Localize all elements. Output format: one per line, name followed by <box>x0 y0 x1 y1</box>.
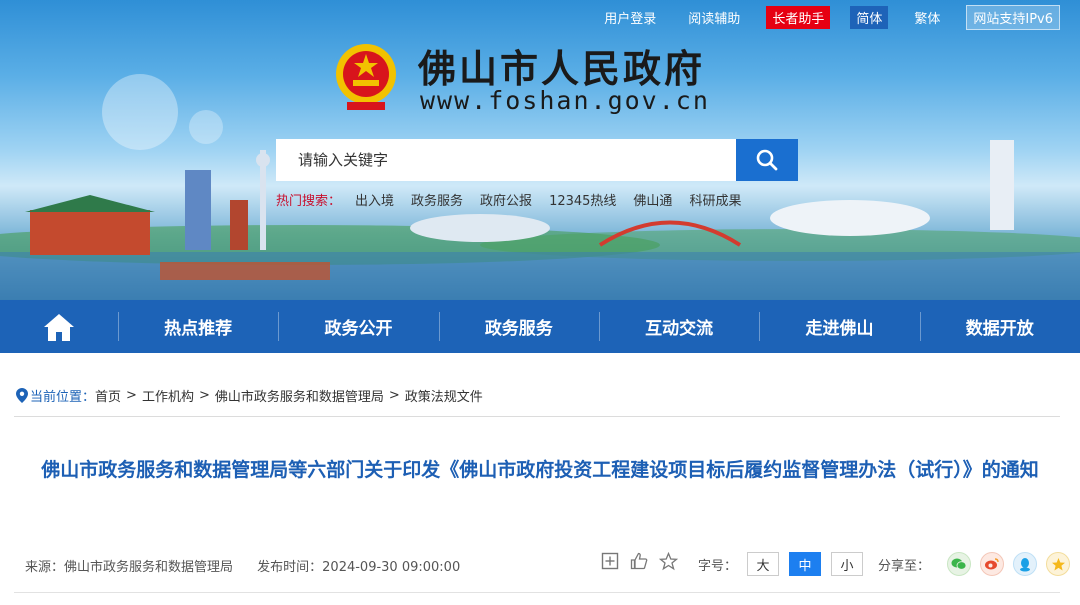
font-size-small-button[interactable]: 小 <box>831 552 864 576</box>
home-icon <box>44 313 74 341</box>
search-button[interactable] <box>736 139 798 181</box>
breadcrumb-item[interactable]: 首页 <box>95 386 121 405</box>
article-publish-time: 发布时间：2024-09-30 09:00:00 <box>257 560 461 575</box>
divider <box>14 416 1060 417</box>
nav-hot-recommend[interactable]: 热点推荐 <box>118 300 278 353</box>
share-wechat-button[interactable] <box>947 552 972 576</box>
main-nav: 热点推荐 政务公开 政务服务 互动交流 走进佛山 数据开放 <box>0 300 1080 353</box>
nav-open-data[interactable]: 数据开放 <box>919 300 1080 353</box>
font-size-label: 字号： <box>698 558 738 574</box>
location-pin-icon <box>16 388 28 403</box>
search-bar <box>276 139 798 181</box>
search-input[interactable] <box>276 139 736 181</box>
hot-search-item[interactable]: 政府公报 <box>480 190 532 209</box>
breadcrumb-item[interactable]: 工作机构 <box>142 386 194 405</box>
hot-search-item[interactable]: 科研成果 <box>689 190 741 209</box>
hot-search: 热门搜索： 出入境 政务服务 政府公报 12345热线 佛山通 科研成果 <box>276 190 758 209</box>
breadcrumb-separator: > <box>126 388 137 403</box>
article-meta: 来源：佛山市政务服务和数据管理局 发布时间：2024-09-30 09:00:0… <box>25 556 480 575</box>
hot-search-item[interactable]: 佛山通 <box>633 190 672 209</box>
qzone-star-icon <box>1051 557 1065 570</box>
traditional-chinese-button[interactable]: 繁体 <box>908 6 946 29</box>
share-weibo-button[interactable] <box>980 552 1005 576</box>
site-title: 佛山市人民政府 <box>418 46 706 91</box>
article-source: 来源：佛山市政务服务和数据管理局 <box>25 560 234 575</box>
wechat-icon <box>951 558 967 570</box>
breadcrumb-separator: > <box>388 388 400 403</box>
header-banner: 用户登录 阅读辅助 长者助手 简体 繁体 网站支持IPv6 佛山市人民政府 ww… <box>0 0 1080 300</box>
star-icon <box>658 551 678 570</box>
search-icon <box>756 149 778 171</box>
ipv6-badge: 网站支持IPv6 <box>966 4 1060 30</box>
font-size-switcher: 字号： 大 中 小 <box>698 552 864 576</box>
hot-search-item[interactable]: 12345热线 <box>549 190 616 209</box>
national-emblem-logo <box>336 44 396 110</box>
breadcrumb-label: 当前位置： <box>30 390 96 405</box>
favorite-button[interactable] <box>600 551 620 571</box>
site-url: www.foshan.gov.cn <box>420 86 710 115</box>
qq-icon <box>1020 557 1031 571</box>
top-utility-bar: 用户登录 阅读辅助 长者助手 简体 繁体 网站支持IPv6 <box>578 4 1060 30</box>
font-size-medium-button[interactable]: 中 <box>789 552 822 576</box>
article-title: 佛山市政务服务和数据管理局等六部门关于印发《佛山市政府投资工程建设项目标后履约监… <box>41 459 1039 481</box>
breadcrumb-item[interactable]: 政策法规文件 <box>405 386 483 405</box>
simplified-chinese-button[interactable]: 简体 <box>850 5 889 29</box>
bookmark-add-icon <box>601 552 619 570</box>
elder-mode-button[interactable]: 长者助手 <box>766 5 831 29</box>
divider <box>14 592 1060 593</box>
nav-interaction[interactable]: 互动交流 <box>598 300 759 353</box>
nav-home[interactable] <box>0 300 118 353</box>
breadcrumb-separator: > <box>198 388 210 403</box>
collect-button[interactable] <box>658 551 678 571</box>
font-size-large-button[interactable]: 大 <box>747 552 780 576</box>
breadcrumb: 当前位置： 首页 > 工作机构 > 佛山市政务服务和数据管理局 > 政策法规文件 <box>16 386 483 405</box>
like-button[interactable] <box>629 551 649 571</box>
share-qq-button[interactable] <box>1013 552 1038 576</box>
share-bar: 分享至： <box>878 552 1071 576</box>
weibo-icon <box>985 558 999 570</box>
thumbs-up-icon <box>630 552 648 570</box>
nav-gov-services[interactable]: 政务服务 <box>438 300 599 353</box>
share-qzone-button[interactable] <box>1046 552 1071 576</box>
hot-search-label: 热门搜索： <box>276 194 342 209</box>
hot-search-item[interactable]: 政务服务 <box>411 190 463 209</box>
nav-gov-affairs-public[interactable]: 政务公开 <box>278 300 438 353</box>
share-label: 分享至： <box>878 558 931 574</box>
nav-about-foshan[interactable]: 走进佛山 <box>759 300 919 353</box>
breadcrumb-item[interactable]: 佛山市政务服务和数据管理局 <box>215 386 384 405</box>
hot-search-item[interactable]: 出入境 <box>355 190 394 209</box>
reading-assist-link[interactable]: 阅读辅助 <box>682 6 746 29</box>
user-login-link[interactable]: 用户登录 <box>598 6 662 29</box>
article-tools <box>600 551 687 571</box>
